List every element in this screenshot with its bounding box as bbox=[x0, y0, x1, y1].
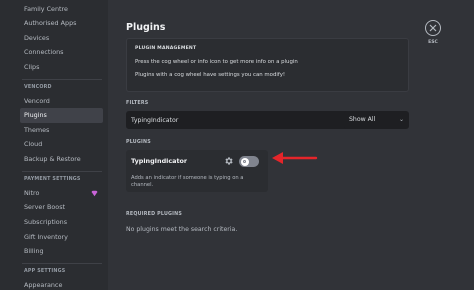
plugin-description: Adds an indicator if someone is typing o… bbox=[131, 175, 244, 188]
plugin-enable-toggle[interactable] bbox=[239, 156, 259, 167]
sidebar-item-devices[interactable]: Devices bbox=[20, 31, 103, 46]
settings-sidebar: Family Centre Authorised Apps Devices Co… bbox=[0, 0, 108, 290]
page-title: Plugins bbox=[126, 22, 166, 33]
sidebar-header-payment-settings: PAYMENT SETTINGS bbox=[24, 177, 81, 182]
plugin-card: TypingIndicator Adds an indicator if som… bbox=[126, 150, 268, 192]
filter-select-value: Show All bbox=[349, 116, 376, 123]
filters-label: FILTERS bbox=[126, 101, 149, 106]
sidebar-item-server-boost[interactable]: Server Boost bbox=[20, 200, 103, 215]
info-text: Plugins with a cog wheel have settings y… bbox=[135, 72, 286, 78]
sidebar-divider bbox=[22, 171, 102, 172]
info-text: Press the cog wheel or info icon to get … bbox=[135, 59, 298, 65]
sidebar-divider bbox=[22, 79, 102, 80]
filter-select[interactable]: Show All ⌄ bbox=[344, 111, 409, 129]
empty-state-text: No plugins meet the search criteria. bbox=[126, 226, 238, 233]
close-icon bbox=[429, 24, 437, 32]
sidebar-item-appearance[interactable]: Appearance bbox=[20, 278, 103, 290]
sidebar-item-label: Nitro bbox=[24, 189, 40, 197]
plugins-page: Plugins PLUGIN MANAGEMENT Press the cog … bbox=[108, 0, 474, 290]
sidebar-item-nitro[interactable]: Nitro bbox=[20, 186, 103, 201]
sidebar-item-billing[interactable]: Billing bbox=[20, 244, 103, 259]
close-button[interactable] bbox=[425, 20, 441, 36]
plugins-label: PLUGINS bbox=[126, 140, 151, 145]
sidebar-item-authorised-apps[interactable]: Authorised Apps bbox=[20, 16, 103, 31]
esc-label: ESC bbox=[428, 40, 438, 45]
sidebar-item-cloud[interactable]: Cloud bbox=[20, 137, 103, 152]
sidebar-item-backup-restore[interactable]: Backup & Restore bbox=[20, 152, 103, 167]
sidebar-item-gift-inventory[interactable]: Gift Inventory bbox=[20, 230, 103, 245]
sidebar-item-clips[interactable]: Clips bbox=[20, 60, 103, 75]
plugin-management-info: PLUGIN MANAGEMENT Press the cog wheel or… bbox=[126, 38, 409, 92]
red-arrow-icon bbox=[272, 152, 318, 164]
plugin-search-input[interactable] bbox=[126, 111, 350, 129]
plugin-name: TypingIndicator bbox=[131, 157, 188, 165]
toggle-knob bbox=[240, 157, 249, 166]
sidebar-item-connections[interactable]: Connections bbox=[20, 45, 103, 60]
required-plugins-label: REQUIRED PLUGINS bbox=[126, 212, 183, 217]
gear-icon[interactable] bbox=[224, 156, 234, 166]
sidebar-item-plugins[interactable]: Plugins bbox=[20, 108, 103, 123]
sidebar-divider bbox=[22, 263, 102, 264]
sidebar-header-app-settings: APP SETTINGS bbox=[24, 269, 66, 274]
info-title: PLUGIN MANAGEMENT bbox=[135, 46, 197, 51]
sidebar-header-vencord: VENCORD bbox=[24, 85, 52, 90]
nitro-badge-icon bbox=[91, 190, 98, 197]
sidebar-item-subscriptions[interactable]: Subscriptions bbox=[20, 215, 103, 230]
sidebar-item-vencord[interactable]: Vencord bbox=[20, 94, 103, 109]
chevron-down-icon: ⌄ bbox=[398, 116, 404, 123]
sidebar-item-themes[interactable]: Themes bbox=[20, 123, 103, 138]
sidebar-item-family-centre[interactable]: Family Centre bbox=[20, 2, 103, 17]
